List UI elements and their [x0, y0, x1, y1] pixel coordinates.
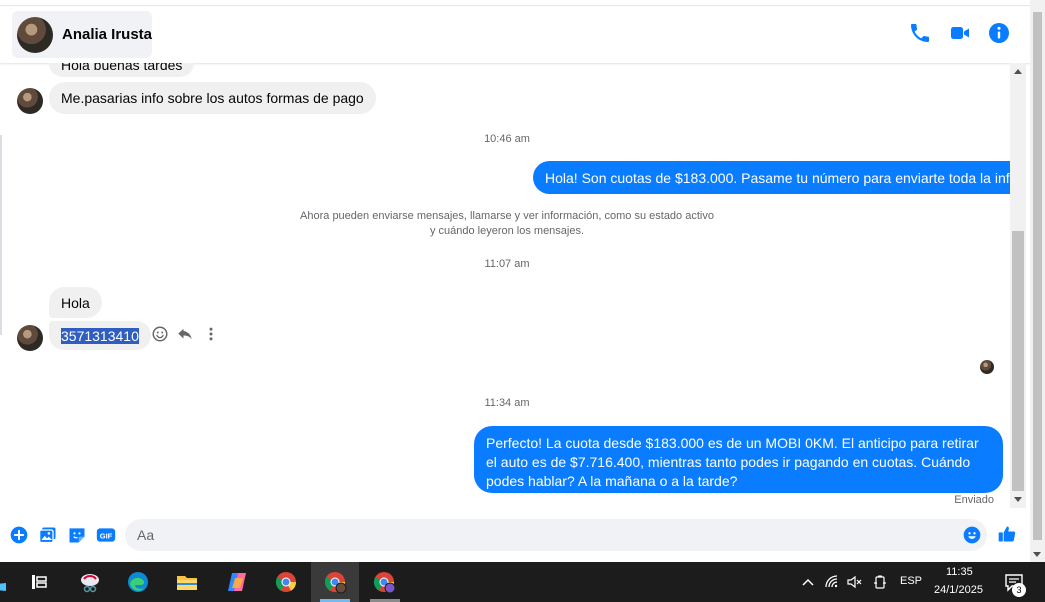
more-options-icon[interactable]	[202, 325, 220, 343]
sticker-icon[interactable]	[67, 525, 87, 545]
windows-taskbar: ESP 11:35 24/1/2025 3	[0, 562, 1045, 602]
start-icon[interactable]	[0, 568, 20, 596]
notification-badge: 3	[1012, 583, 1026, 597]
system-note-line: y cuándo leyeron los mensajes.	[429, 225, 585, 237]
page-scroll-down-icon[interactable]	[1033, 552, 1041, 557]
gif-icon[interactable]: GIF	[96, 525, 116, 545]
message-outgoing[interactable]: Hola! Son cuotas de $183.000. Pasame tu …	[533, 161, 1010, 194]
contact-avatar	[17, 16, 53, 53]
plus-icon[interactable]	[9, 525, 29, 545]
input-language[interactable]: ESP	[900, 575, 922, 587]
volume-muted-icon[interactable]	[846, 574, 862, 590]
react-emoji-icon[interactable]	[151, 325, 169, 343]
message-text: Hola buenas tardes	[61, 63, 183, 73]
reply-icon[interactable]	[176, 325, 194, 343]
message-text: Hola	[61, 294, 90, 311]
message-scrollbar[interactable]	[1010, 63, 1026, 508]
timestamp: 10:46 am	[484, 133, 530, 145]
message-outgoing[interactable]: Perfecto! La cuota desde $183.000 es de …	[474, 426, 1003, 493]
photo-gallery-icon[interactable]	[38, 525, 58, 545]
message-input[interactable]: Aa	[125, 519, 987, 551]
message-composer: GIF Aa	[0, 512, 1030, 560]
chat-header: Analia Irusta	[0, 7, 1030, 63]
timestamp: 11:34 am	[484, 397, 530, 409]
clock-time[interactable]: 11:35	[946, 566, 973, 578]
phone-icon[interactable]	[908, 21, 932, 45]
timestamp: 11:07 am	[484, 258, 530, 270]
contact-name: Analia Irusta	[61, 26, 153, 43]
scroll-down-icon[interactable]	[1014, 497, 1022, 502]
video-camera-icon[interactable]	[948, 21, 972, 45]
message-incoming[interactable]: 3571313410	[49, 321, 151, 350]
thumbs-up-icon[interactable]	[997, 524, 1017, 544]
message-text: Hola! Son cuotas de $183.000. Pasame tu …	[545, 169, 1010, 186]
chevron-up-icon[interactable]	[800, 574, 816, 590]
wifi-icon[interactable]	[824, 574, 840, 590]
edge-browser-icon[interactable]	[124, 568, 152, 596]
info-icon[interactable]	[987, 21, 1011, 45]
scroll-thumb[interactable]	[1012, 231, 1024, 491]
emoji-icon[interactable]	[962, 525, 982, 545]
message-incoming[interactable]: Hola buenas tardes	[49, 63, 195, 77]
system-note: Ahora pueden enviarse mensajes, llamarse…	[260, 209, 754, 239]
gif-label: GIF	[100, 531, 113, 540]
screen: Analia Irusta Hola buenas tardes Me.pasa…	[0, 0, 1045, 602]
message-text: Me.pasarias info sobre los autos formas …	[61, 90, 364, 106]
message-status: Enviado	[954, 494, 994, 506]
page-scrollbar[interactable]	[1030, 0, 1045, 562]
file-explorer-icon[interactable]	[173, 568, 201, 596]
system-note-line: Ahora pueden enviarse mensajes, llamarse…	[300, 210, 714, 222]
chrome-profile-icon[interactable]	[370, 568, 398, 596]
message-incoming[interactable]: Hola	[49, 287, 102, 318]
message-list[interactable]: Hola buenas tardes Me.pasarias info sobr…	[0, 63, 1010, 510]
sender-avatar[interactable]	[17, 325, 43, 351]
message-text: 3571313410	[61, 327, 139, 344]
read-receipt-avatar	[980, 360, 994, 374]
sender-avatar[interactable]	[17, 88, 43, 114]
message-incoming[interactable]: Me.pasarias info sobre los autos formas …	[49, 82, 376, 114]
message-text: Perfecto! La cuota desde $183.000 es de …	[486, 435, 979, 489]
snipping-tool-icon[interactable]	[76, 568, 104, 596]
copilot-icon[interactable]	[223, 568, 251, 596]
page-scroll-thumb[interactable]	[1033, 12, 1042, 540]
clock-date[interactable]: 24/1/2025	[934, 584, 983, 596]
scroll-up-icon[interactable]	[1014, 69, 1022, 74]
contact-profile-button[interactable]: Analia Irusta	[12, 11, 152, 58]
battery-saver-icon[interactable]	[872, 574, 888, 590]
message-input-placeholder: Aa	[137, 527, 155, 543]
chrome-icon[interactable]	[272, 568, 300, 596]
window-top-edge	[0, 0, 1030, 6]
task-view-icon[interactable]	[25, 568, 53, 596]
chrome-profile-active-icon[interactable]	[321, 568, 349, 596]
